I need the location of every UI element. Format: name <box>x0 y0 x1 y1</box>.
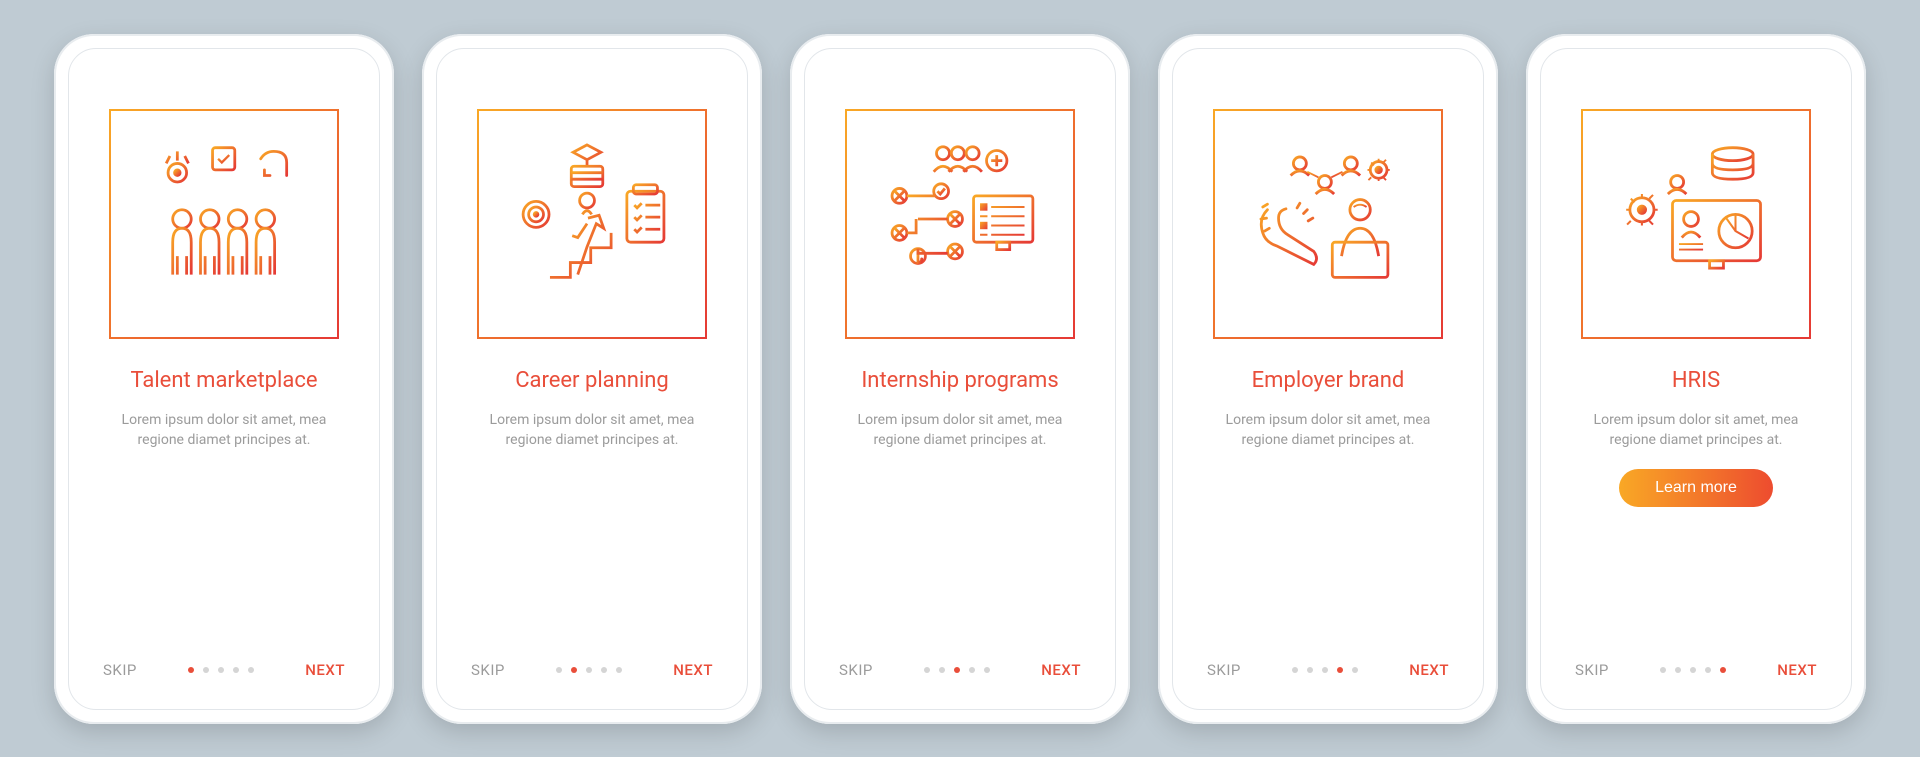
phone-frame: Internship programs Lorem ipsum dolor si… <box>790 34 1130 724</box>
career-planning-icon <box>499 131 684 316</box>
dot-3[interactable] <box>1322 667 1328 673</box>
onboarding-screen-3: Internship programs Lorem ipsum dolor si… <box>804 48 1116 710</box>
screen-title: Talent marketplace <box>130 367 317 395</box>
skip-button[interactable]: SKIP <box>471 661 505 679</box>
onboarding-screen-4: Employer brand Lorem ipsum dolor sit ame… <box>1172 48 1484 710</box>
dot-1[interactable] <box>188 667 194 673</box>
dot-1[interactable] <box>924 667 930 673</box>
dot-4[interactable] <box>1337 667 1343 673</box>
screen-footer: SKIP NEXT <box>805 661 1115 679</box>
hris-illustration <box>1581 109 1811 339</box>
pagination-dots <box>1292 667 1358 673</box>
skip-button[interactable]: SKIP <box>1575 661 1609 679</box>
dot-5[interactable] <box>1352 667 1358 673</box>
screen-title: Career planning <box>515 367 669 395</box>
skip-button[interactable]: SKIP <box>103 661 137 679</box>
dot-1[interactable] <box>1660 667 1666 673</box>
screen-footer: SKIP NEXT <box>69 661 379 679</box>
internship-programs-icon <box>867 131 1052 316</box>
screen-description: Lorem ipsum dolor sit amet, mea regione … <box>1581 410 1811 451</box>
talent-marketplace-icon <box>131 131 316 316</box>
screen-description: Lorem ipsum dolor sit amet, mea regione … <box>845 410 1075 451</box>
screen-footer: SKIP NEXT <box>1173 661 1483 679</box>
phone-frame: Talent marketplace Lorem ipsum dolor sit… <box>54 34 394 724</box>
skip-button[interactable]: SKIP <box>1207 661 1241 679</box>
pagination-dots <box>924 667 990 673</box>
phone-frame: Employer brand Lorem ipsum dolor sit ame… <box>1158 34 1498 724</box>
dot-2[interactable] <box>1675 667 1681 673</box>
dot-3[interactable] <box>586 667 592 673</box>
internship-programs-illustration <box>845 109 1075 339</box>
dot-5[interactable] <box>248 667 254 673</box>
dot-2[interactable] <box>1307 667 1313 673</box>
career-planning-illustration <box>477 109 707 339</box>
dot-3[interactable] <box>1690 667 1696 673</box>
screen-footer: SKIP NEXT <box>437 661 747 679</box>
onboarding-screen-1: Talent marketplace Lorem ipsum dolor sit… <box>68 48 380 710</box>
dot-3[interactable] <box>954 667 960 673</box>
screen-title: Internship programs <box>861 367 1058 395</box>
dot-1[interactable] <box>1292 667 1298 673</box>
dot-5[interactable] <box>1720 667 1726 673</box>
employer-brand-illustration <box>1213 109 1443 339</box>
dot-2[interactable] <box>571 667 577 673</box>
phone-frame: Career planning Lorem ipsum dolor sit am… <box>422 34 762 724</box>
dot-2[interactable] <box>939 667 945 673</box>
dot-2[interactable] <box>203 667 209 673</box>
screen-description: Lorem ipsum dolor sit amet, mea regione … <box>109 410 339 451</box>
onboarding-screen-5: HRIS Lorem ipsum dolor sit amet, mea reg… <box>1540 48 1852 710</box>
next-button[interactable]: NEXT <box>1041 661 1081 679</box>
next-button[interactable]: NEXT <box>1409 661 1449 679</box>
next-button[interactable]: NEXT <box>1777 661 1817 679</box>
dot-4[interactable] <box>1705 667 1711 673</box>
skip-button[interactable]: SKIP <box>839 661 873 679</box>
pagination-dots <box>188 667 254 673</box>
screen-description: Lorem ipsum dolor sit amet, mea regione … <box>1213 410 1443 451</box>
dot-4[interactable] <box>233 667 239 673</box>
employer-brand-icon <box>1235 131 1420 316</box>
pagination-dots <box>556 667 622 673</box>
dot-4[interactable] <box>969 667 975 673</box>
phone-frame: HRIS Lorem ipsum dolor sit amet, mea reg… <box>1526 34 1866 724</box>
dot-5[interactable] <box>984 667 990 673</box>
dot-4[interactable] <box>601 667 607 673</box>
dot-3[interactable] <box>218 667 224 673</box>
next-button[interactable]: NEXT <box>673 661 713 679</box>
screen-title: HRIS <box>1672 367 1720 395</box>
learn-more-button[interactable]: Learn more <box>1619 469 1773 507</box>
next-button[interactable]: NEXT <box>305 661 345 679</box>
screen-description: Lorem ipsum dolor sit amet, mea regione … <box>477 410 707 451</box>
talent-marketplace-illustration <box>109 109 339 339</box>
hris-icon <box>1603 131 1788 316</box>
dot-5[interactable] <box>616 667 622 673</box>
screen-title: Employer brand <box>1252 367 1405 395</box>
screen-footer: SKIP NEXT <box>1541 661 1851 679</box>
dot-1[interactable] <box>556 667 562 673</box>
pagination-dots <box>1660 667 1726 673</box>
onboarding-screen-2: Career planning Lorem ipsum dolor sit am… <box>436 48 748 710</box>
